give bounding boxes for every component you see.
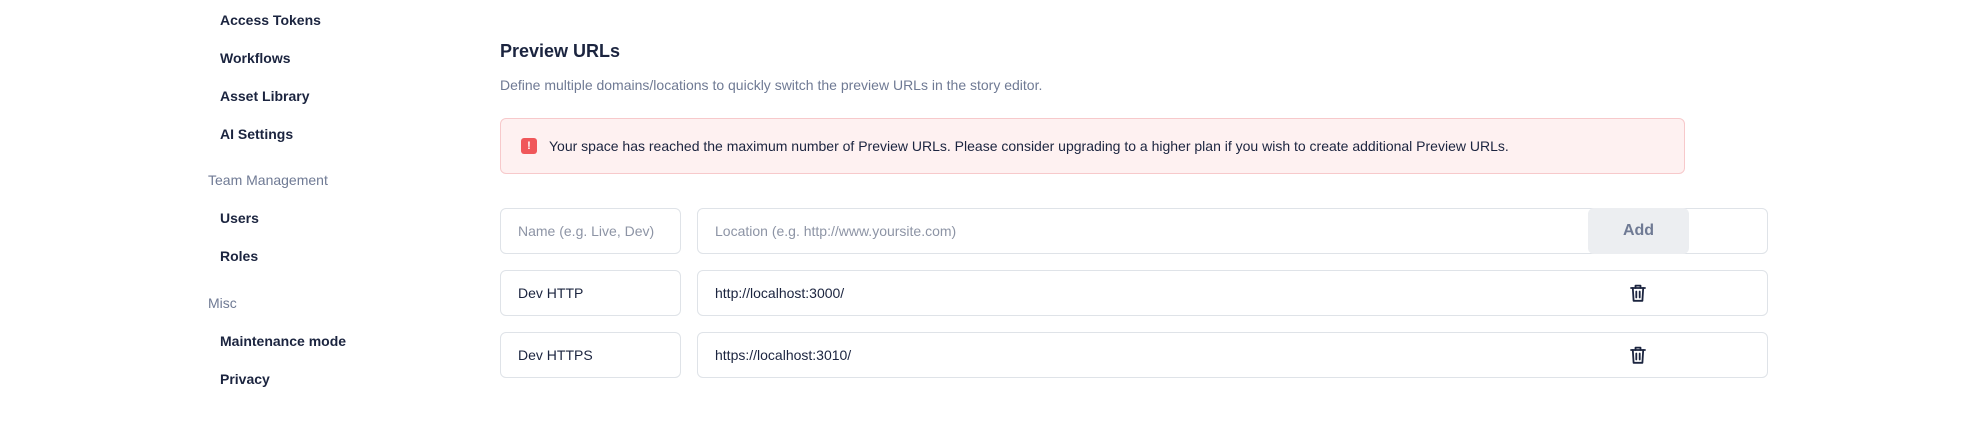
limit-alert: ! Your space has reached the maximum num… [500,118,1685,174]
sidebar-item-access-tokens[interactable]: Access Tokens [220,11,321,29]
alert-message: Your space has reached the maximum numbe… [549,138,1509,154]
entry-name-field[interactable] [500,270,681,316]
entry-name-field[interactable] [500,332,681,378]
preview-url-row [500,332,1768,378]
entry-location-field[interactable] [697,270,1768,316]
settings-page: Access Tokens Workflows Asset Library AI… [0,0,1972,431]
sidebar-item-workflows[interactable]: Workflows [220,49,291,67]
entry-location-field[interactable] [697,332,1768,378]
sidebar-item-maintenance-mode[interactable]: Maintenance mode [220,332,346,350]
delete-button[interactable] [1624,343,1652,367]
sidebar-item-ai-settings[interactable]: AI Settings [220,125,293,143]
preview-url-row [500,270,1768,316]
sidebar-section-team-management: Team Management [208,172,328,188]
trash-icon [1630,346,1646,364]
add-button[interactable]: Add [1588,208,1689,254]
delete-button[interactable] [1624,281,1652,305]
new-preview-url-row: Add [500,208,1768,254]
name-input[interactable] [500,208,681,254]
sidebar-item-users[interactable]: Users [220,209,259,227]
exclamation-icon: ! [521,138,537,154]
page-title: Preview URLs [500,41,621,61]
trash-icon [1630,284,1646,302]
preview-urls-section: Preview URLs Define multiple domains/loc… [500,0,1768,431]
page-description: Define multiple domains/locations to qui… [500,77,1043,93]
sidebar-item-roles[interactable]: Roles [220,247,258,265]
sidebar-item-asset-library[interactable]: Asset Library [220,87,309,105]
sidebar-item-privacy[interactable]: Privacy [220,370,270,388]
settings-sidebar: Access Tokens Workflows Asset Library AI… [0,0,480,431]
sidebar-section-misc: Misc [208,295,237,311]
